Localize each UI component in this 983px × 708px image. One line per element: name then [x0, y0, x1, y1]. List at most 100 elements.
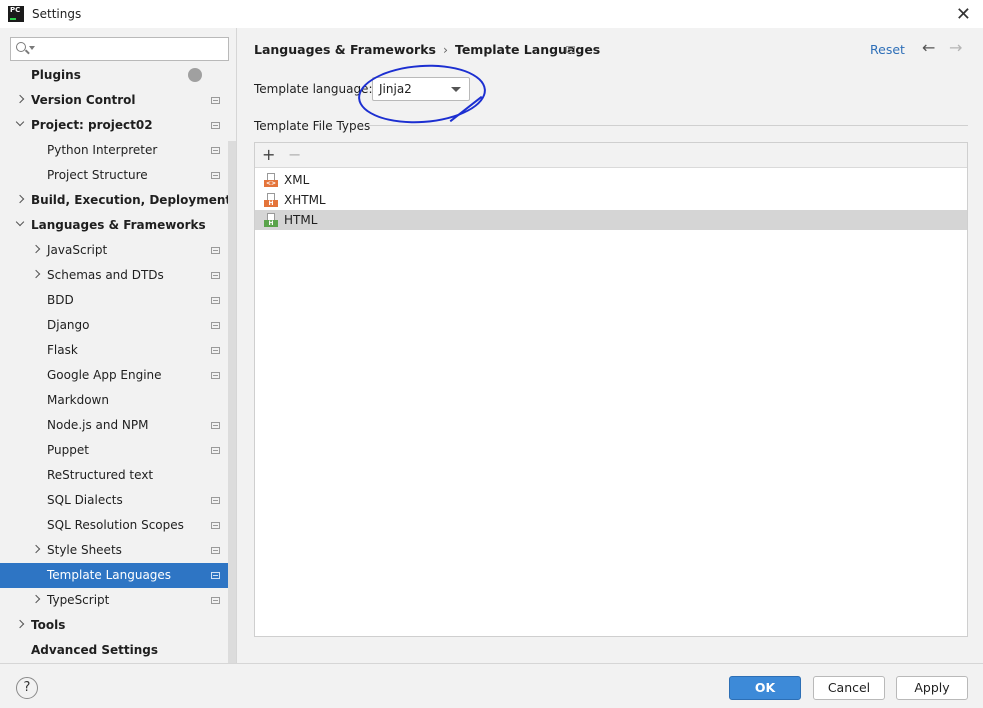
- remove-icon[interactable]: −: [288, 145, 301, 164]
- sidebar-item[interactable]: Flask: [0, 338, 228, 363]
- project-level-icon: [211, 597, 220, 604]
- app-icon-text: PC: [10, 6, 21, 14]
- chevron-right-icon[interactable]: [15, 94, 25, 104]
- back-arrow-icon[interactable]: ←: [922, 38, 935, 57]
- file-type-row[interactable]: H XHTML: [255, 190, 967, 210]
- project-level-icon: [211, 497, 220, 504]
- sidebar-item-label: Version Control: [31, 93, 136, 107]
- cancel-button[interactable]: Cancel: [813, 676, 885, 700]
- sidebar-item[interactable]: SQL Dialects: [0, 488, 228, 513]
- sidebar-item[interactable]: Django: [0, 313, 228, 338]
- file-type-tag: H: [264, 200, 278, 207]
- sidebar-item[interactable]: ReStructured text: [0, 463, 228, 488]
- file-types-toolbar: + −: [255, 143, 967, 168]
- pycharm-app-icon: PC: [8, 6, 24, 22]
- sidebar-item[interactable]: Tools: [0, 613, 228, 638]
- ok-button[interactable]: OK: [729, 676, 801, 700]
- sidebar-item[interactable]: Version Control: [0, 88, 228, 113]
- file-types-panel: + − <> XML H XHTML H HTML: [254, 142, 968, 637]
- plugin-update-badge-icon: [188, 68, 202, 82]
- project-level-icon: [211, 372, 220, 379]
- project-level-icon: [211, 297, 220, 304]
- sidebar-item-label: Template Languages: [47, 568, 172, 582]
- sidebar-item-label: Django: [47, 318, 90, 332]
- sidebar-item-label: Languages & Frameworks: [31, 218, 206, 232]
- project-level-icon: [211, 522, 220, 529]
- sidebar-item[interactable]: Markdown: [0, 388, 228, 413]
- section-title: Template File Types: [254, 119, 371, 133]
- forward-arrow-icon[interactable]: →: [949, 38, 962, 57]
- project-level-icon: [211, 547, 220, 554]
- project-level-icon: [211, 97, 220, 104]
- project-level-icon: [211, 322, 220, 329]
- search-dropdown-icon[interactable]: [29, 46, 35, 50]
- close-icon[interactable]: ✕: [956, 4, 971, 25]
- project-level-icon: [211, 347, 220, 354]
- sidebar-item-label: Puppet: [47, 443, 89, 457]
- chevron-down-icon[interactable]: [15, 217, 25, 227]
- file-type-row[interactable]: H HTML: [255, 210, 967, 230]
- sidebar-item[interactable]: Project Structure: [0, 163, 228, 188]
- chevron-right-icon[interactable]: [31, 244, 41, 254]
- sidebar-item[interactable]: Style Sheets: [0, 538, 228, 563]
- settings-sidebar: Plugins Version Control Project: project02…: [0, 28, 237, 663]
- project-level-icon: [211, 447, 220, 454]
- sidebar-item-label: Schemas and DTDs: [47, 268, 164, 282]
- file-type-tag: H: [264, 220, 278, 227]
- sidebar-item[interactable]: Template Languages: [0, 563, 236, 588]
- chevron-right-icon[interactable]: [31, 544, 41, 554]
- file-type-icon: <>: [264, 173, 278, 187]
- sidebar-item[interactable]: Schemas and DTDs: [0, 263, 228, 288]
- reset-link[interactable]: Reset: [870, 42, 905, 57]
- project-level-icon: [211, 572, 220, 579]
- sidebar-item-label: Project Structure: [47, 168, 148, 182]
- chevron-right-icon[interactable]: [31, 269, 41, 279]
- sidebar-item[interactable]: Python Interpreter: [0, 138, 228, 163]
- project-level-icon: [211, 272, 220, 279]
- sidebar-item-label: JavaScript: [47, 243, 108, 257]
- sidebar-item[interactable]: Advanced Settings: [0, 638, 228, 663]
- apply-button[interactable]: Apply: [896, 676, 968, 700]
- chevron-right-icon[interactable]: [15, 194, 25, 204]
- file-type-icon: H: [264, 193, 278, 207]
- sidebar-item[interactable]: Google App Engine: [0, 363, 228, 388]
- sidebar-item-label: Python Interpreter: [47, 143, 158, 157]
- sidebar-item[interactable]: SQL Resolution Scopes: [0, 513, 228, 538]
- file-type-name: XHTML: [284, 193, 326, 207]
- sidebar-scrollbar[interactable]: [228, 141, 236, 663]
- sidebar-item-label: Markdown: [47, 393, 109, 407]
- window-title: Settings: [32, 7, 82, 21]
- sidebar-item[interactable]: Languages & Frameworks: [0, 213, 228, 238]
- breadcrumb: Languages & Frameworks › Template Language…: [254, 42, 600, 57]
- add-icon[interactable]: +: [262, 145, 275, 164]
- sidebar-item-label: Style Sheets: [47, 543, 122, 557]
- file-type-name: XML: [284, 173, 310, 187]
- sidebar-item[interactable]: TypeScript: [0, 588, 228, 613]
- sidebar-item[interactable]: Plugins: [0, 63, 228, 88]
- sidebar-item[interactable]: JavaScript: [0, 238, 228, 263]
- file-type-tag: <>: [264, 180, 278, 187]
- sidebar-item-label: Node.js and NPM: [47, 418, 149, 432]
- search-input[interactable]: [10, 37, 229, 61]
- sidebar-item-label: SQL Dialects: [47, 493, 123, 507]
- sidebar-item-label: Google App Engine: [47, 368, 162, 382]
- breadcrumb-item-languages[interactable]: Languages & Frameworks: [254, 42, 436, 57]
- sidebar-item[interactable]: Build, Execution, Deployment: [0, 188, 231, 213]
- chevron-right-icon[interactable]: [15, 619, 25, 629]
- sidebar-item-label: BDD: [47, 293, 74, 307]
- breadcrumb-item-template-languages: Template Languages: [454, 42, 601, 57]
- sidebar-item[interactable]: BDD: [0, 288, 228, 313]
- chevron-down-icon[interactable]: [15, 117, 25, 127]
- sidebar-item[interactable]: Project: project02: [0, 113, 228, 138]
- breadcrumb-separator: ›: [442, 42, 448, 57]
- help-button[interactable]: ?: [16, 677, 38, 699]
- sidebar-item-label: Plugins: [31, 68, 81, 82]
- sidebar-item[interactable]: Node.js and NPM: [0, 413, 228, 438]
- chevron-right-icon[interactable]: [31, 594, 41, 604]
- sidebar-item[interactable]: Puppet: [0, 438, 228, 463]
- project-level-icon: [211, 147, 220, 154]
- app-icon-bar: [10, 18, 16, 20]
- title-bar: PC Settings ✕: [0, 0, 983, 28]
- sidebar-item-label: Tools: [31, 618, 66, 632]
- file-type-row[interactable]: <> XML: [255, 170, 967, 190]
